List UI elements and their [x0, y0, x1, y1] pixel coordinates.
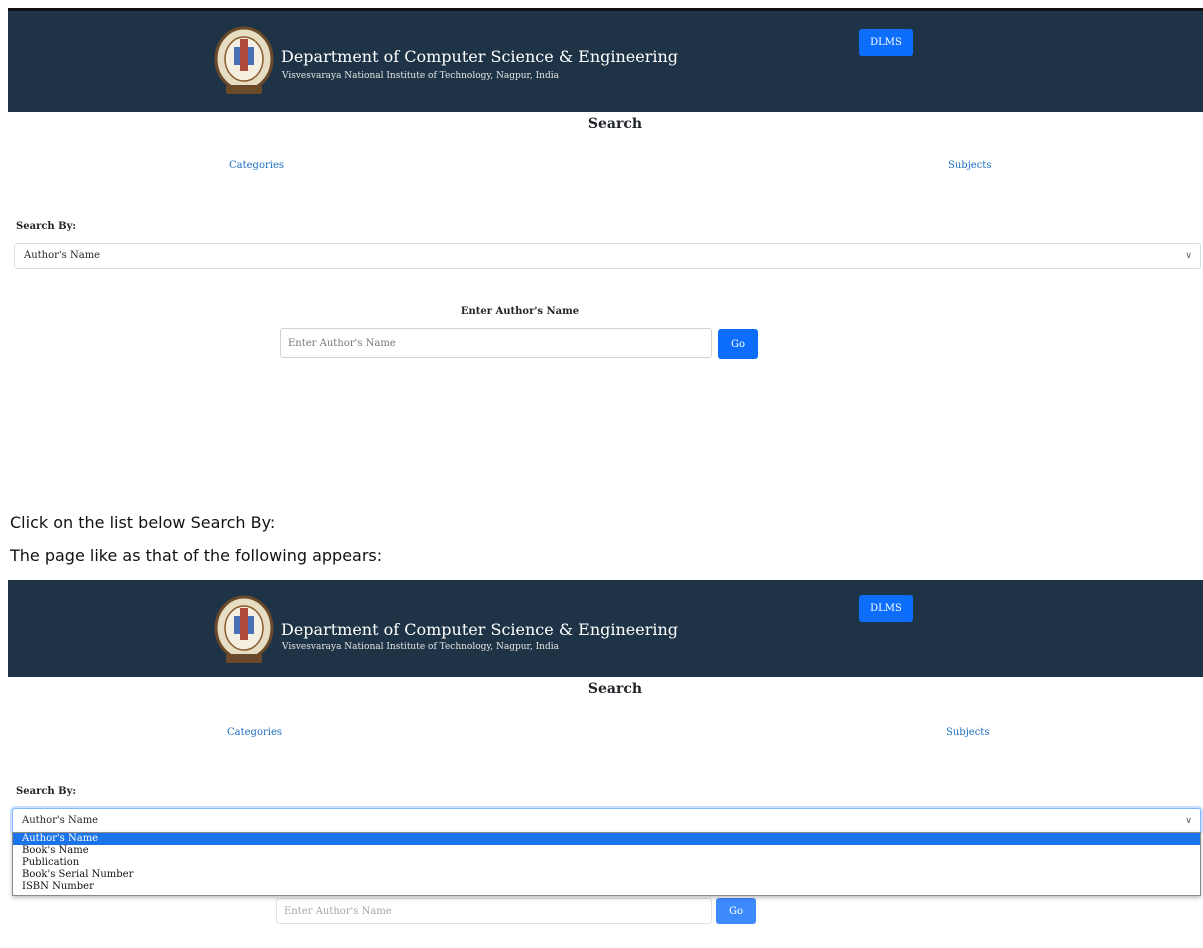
author-name-input[interactable] [276, 898, 712, 924]
screenshot-dropdown-open: Department of Computer Science & Enginee… [0, 580, 1203, 948]
page-title: Search [587, 116, 643, 132]
header-banner: Department of Computer Science & Enginee… [8, 11, 1203, 112]
dropdown-option[interactable]: Book's Serial Number [13, 869, 1200, 881]
institute-logo-icon [214, 26, 274, 94]
search-by-label: Search By: [16, 786, 77, 797]
subjects-link[interactable]: Subjects [948, 160, 991, 171]
institute-logo-icon [214, 595, 274, 663]
dropdown-option[interactable]: Author's Name [13, 833, 1200, 845]
search-by-label: Search By: [16, 221, 77, 232]
go-button[interactable]: Go [718, 329, 758, 359]
search-by-dropdown-list: Author's Name Book's Name Publication Bo… [12, 832, 1201, 896]
dropdown-option[interactable]: Publication [13, 857, 1200, 869]
screenshot-search-page: Department of Computer Science & Enginee… [0, 0, 1203, 362]
subjects-link[interactable]: Subjects [946, 727, 989, 738]
go-button[interactable]: Go [716, 898, 756, 924]
dlms-button[interactable]: DLMS [859, 595, 913, 622]
search-by-select[interactable]: Author's Name ∨ [12, 808, 1201, 834]
search-by-select[interactable]: Author's Name ∨ [14, 243, 1201, 269]
chevron-down-icon: ∨ [1185, 816, 1192, 826]
instruction-line-1: Click on the list below Search By: [10, 513, 276, 532]
department-name: Department of Computer Science & Enginee… [281, 620, 679, 639]
institute-name: Visvesvaraya National Institute of Techn… [282, 642, 559, 652]
dropdown-option[interactable]: Book's Name [13, 845, 1200, 857]
author-name-input[interactable] [280, 328, 712, 358]
department-name: Department of Computer Science & Enginee… [281, 47, 679, 66]
categories-link[interactable]: Categories [229, 160, 284, 171]
dlms-button[interactable]: DLMS [859, 29, 913, 56]
dropdown-option[interactable]: ISBN Number [13, 881, 1200, 893]
header-banner: Department of Computer Science & Enginee… [8, 580, 1203, 677]
institute-name: Visvesvaraya National Institute of Techn… [282, 71, 559, 81]
page-title: Search [587, 681, 643, 697]
chevron-down-icon: ∨ [1185, 251, 1192, 261]
enter-author-label: Enter Author's Name [460, 306, 580, 317]
categories-link[interactable]: Categories [227, 727, 282, 738]
instruction-line-2: The page like as that of the following a… [10, 546, 383, 565]
selected-option-text: Author's Name [24, 250, 101, 261]
selected-option-text: Author's Name [22, 815, 99, 826]
